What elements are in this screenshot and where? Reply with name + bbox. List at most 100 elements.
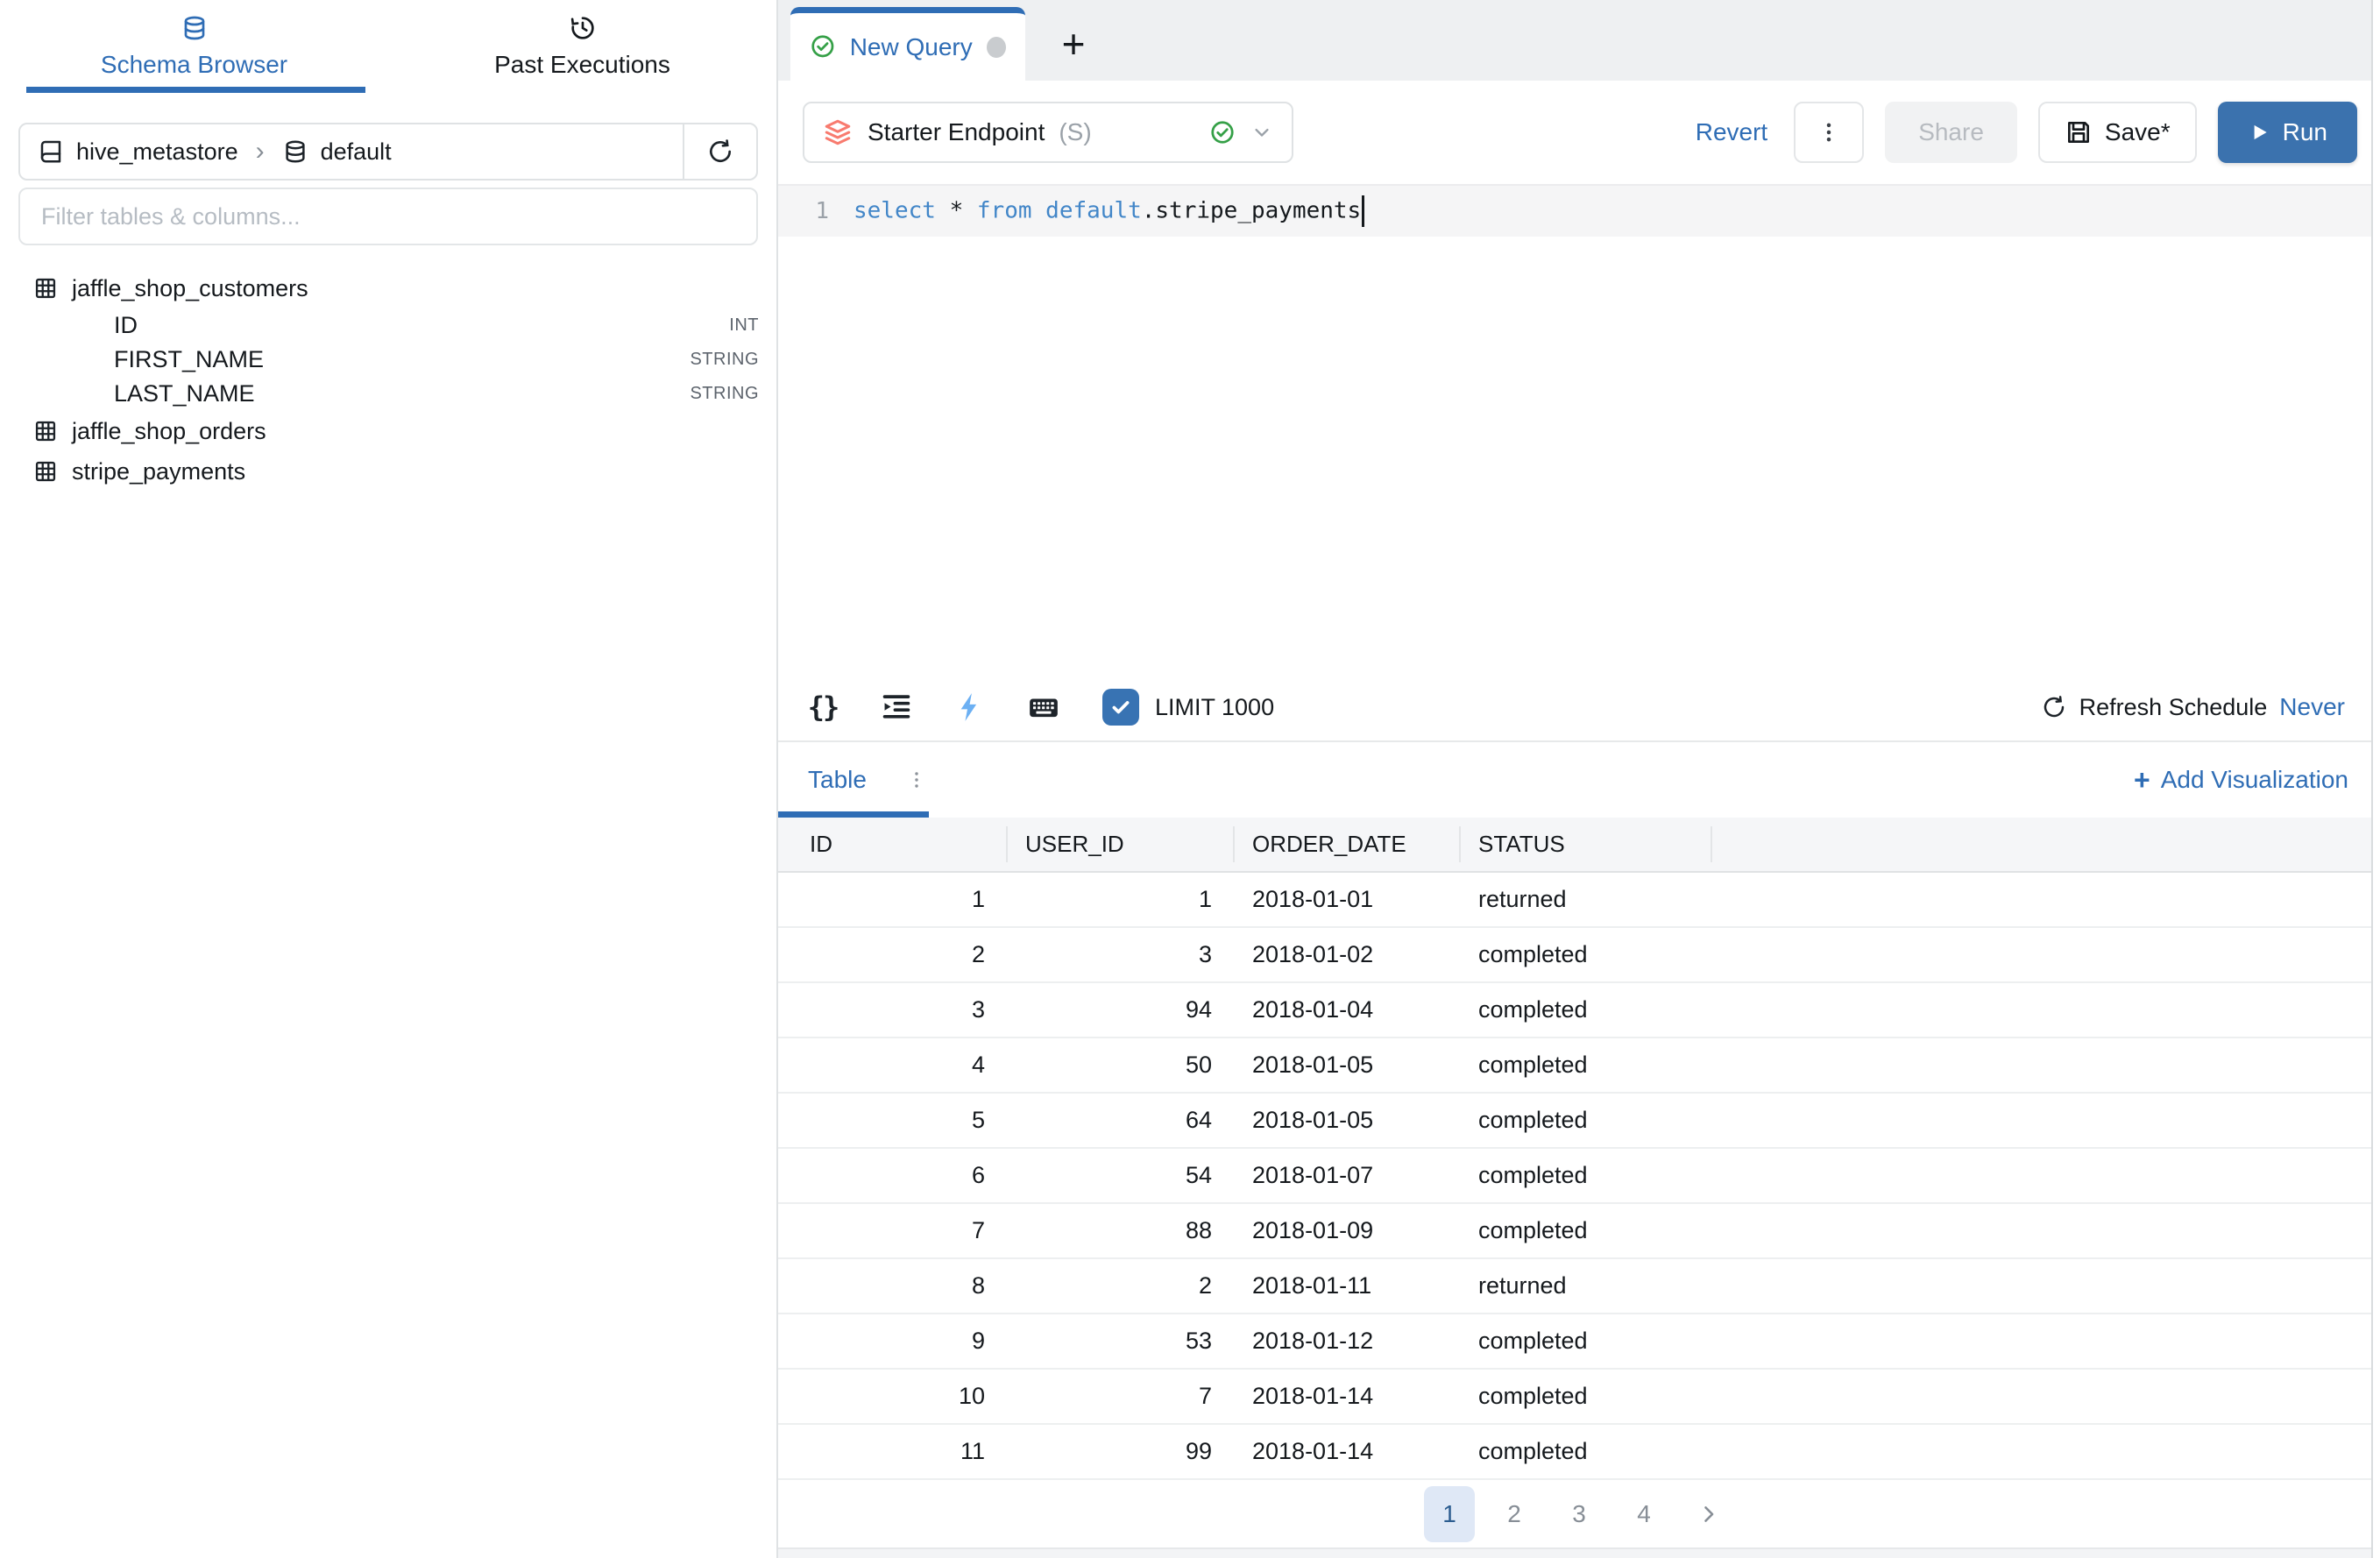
code-line: 1 select * from default.stripe_payments — [778, 186, 2380, 237]
table-name: jaffle_shop_orders — [72, 418, 266, 445]
table-cell: 2018-01-07 — [1235, 1148, 1461, 1203]
table-cell: 53 — [1008, 1314, 1235, 1369]
page-button-2[interactable]: 2 — [1489, 1486, 1540, 1542]
new-tab-button[interactable]: + — [1025, 7, 1122, 81]
endpoint-name: Starter Endpoint — [868, 118, 1045, 146]
column-header-user_id[interactable]: USER_ID — [1008, 818, 1235, 872]
table-cell: completed — [1461, 1093, 1712, 1148]
line-number: 1 — [778, 198, 854, 224]
schema-tree: jaffle_shop_customers IDINT FIRST_NAME STRI… — [0, 268, 776, 492]
table-cell: 2018-01-01 — [1235, 872, 1461, 927]
table-cell-filler — [1712, 872, 2380, 927]
save-button[interactable]: Save* — [2038, 102, 2197, 163]
chevron-down-icon — [1250, 120, 1274, 145]
tab-schema-browser[interactable]: Schema Browser — [0, 0, 388, 93]
table-cell-filler — [1712, 1369, 2380, 1424]
table-cell: 3 — [1008, 927, 1235, 982]
schema-table-item[interactable]: stripe_payments — [0, 451, 776, 492]
run-button[interactable]: Run — [2218, 102, 2357, 163]
scrollbar-gutter[interactable] — [2371, 0, 2380, 1558]
table-cell: 1 — [1008, 872, 1235, 927]
add-visualization-button[interactable]: + Add Visualization — [2134, 766, 2348, 794]
column-header-status[interactable]: STATUS — [1461, 818, 1712, 872]
revert-button[interactable]: Revert — [1696, 118, 1767, 146]
schema-column-item[interactable]: FIRST_NAME STRING — [0, 343, 776, 377]
table-cell: completed — [1461, 1314, 1712, 1369]
endpoint-stack-icon — [822, 117, 854, 148]
table-cell-filler — [1712, 1314, 2380, 1369]
endpoint-selector[interactable]: Starter Endpoint (S) — [803, 102, 1293, 163]
next-page-button[interactable] — [1683, 1486, 1734, 1542]
results-body: 112018-01-01returned232018-01-02complete… — [778, 872, 2380, 1479]
table-cell: 2018-01-14 — [1235, 1369, 1461, 1424]
table-cell: 2018-01-02 — [1235, 927, 1461, 982]
code-line-content: select * from default.stripe_payments — [854, 195, 1364, 227]
sidebar-tabs: Schema Browser Past Executions — [0, 0, 776, 93]
table-cell: completed — [1461, 1148, 1712, 1203]
query-toolbar: Starter Endpoint (S) Revert — [778, 81, 2380, 186]
table-cell: 7 — [778, 1203, 1008, 1258]
sql-editor[interactable]: 1 select * from default.stripe_payments — [778, 186, 2380, 674]
table-cell: completed — [1461, 1369, 1712, 1424]
column-header-id[interactable]: ID — [778, 818, 1008, 872]
keyboard-shortcuts-icon[interactable] — [1027, 690, 1060, 724]
table-name: jaffle_shop_customers — [72, 275, 308, 302]
breadcrumb-schema[interactable]: default — [321, 138, 392, 166]
table-cell-filler — [1712, 1203, 2380, 1258]
table-cell: 2018-01-05 — [1235, 1093, 1461, 1148]
text-cursor — [1362, 195, 1364, 227]
share-button[interactable]: Share — [1885, 102, 2017, 163]
table-cell-filler — [1712, 982, 2380, 1037]
lightning-icon[interactable] — [953, 690, 987, 724]
filter-tables-input[interactable] — [18, 188, 758, 245]
table-cell: completed — [1461, 982, 1712, 1037]
plus-icon: + — [2134, 766, 2150, 794]
format-braces-icon[interactable]: {} — [806, 690, 839, 724]
table-cell-filler — [1712, 1424, 2380, 1479]
table-cell: 2018-01-11 — [1235, 1258, 1461, 1314]
schema-database-icon — [282, 138, 308, 165]
check-circle-icon — [810, 33, 836, 61]
column-name: LAST_NAME — [114, 380, 255, 407]
table-cell: completed — [1461, 1203, 1712, 1258]
tab-table[interactable]: Table — [808, 766, 867, 794]
table-cell: 2 — [1008, 1258, 1235, 1314]
table-cell: 6 — [778, 1148, 1008, 1203]
schema-table-item[interactable]: jaffle_shop_orders — [0, 411, 776, 451]
refresh-schema-button[interactable] — [683, 124, 756, 179]
schema-column-item[interactable]: IDINT — [0, 308, 776, 343]
column-type: STRING — [690, 350, 759, 370]
limit-checkbox[interactable] — [1102, 689, 1139, 726]
column-header-order_date[interactable]: ORDER_DATE — [1235, 818, 1461, 872]
more-options-button[interactable] — [1794, 102, 1864, 163]
table-options-kebab[interactable] — [905, 768, 928, 791]
schema-table-item[interactable]: jaffle_shop_customers — [0, 268, 776, 308]
tab-past-executions[interactable]: Past Executions — [388, 0, 776, 93]
query-tab-new-query[interactable]: New Query — [790, 7, 1025, 81]
table-cell: 99 — [1008, 1424, 1235, 1479]
table-cell-filler — [1712, 1148, 2380, 1203]
indent-icon[interactable] — [880, 690, 913, 724]
kebab-icon — [1816, 119, 1842, 145]
column-name: ID — [114, 312, 138, 339]
table-grid-icon — [33, 419, 58, 443]
table-cell: 54 — [1008, 1148, 1235, 1203]
table-cell: 2 — [778, 927, 1008, 982]
page-button-3[interactable]: 3 — [1554, 1486, 1604, 1542]
column-name: FIRST_NAME — [114, 346, 264, 373]
refresh-schedule-value[interactable]: Never — [2279, 693, 2345, 721]
database-icon — [181, 14, 209, 42]
page-button-4[interactable]: 4 — [1619, 1486, 1669, 1542]
table-cell: 2018-01-05 — [1235, 1037, 1461, 1093]
table-cell: 3 — [778, 982, 1008, 1037]
endpoint-size: (S) — [1059, 118, 1091, 146]
table-cell: 2018-01-12 — [1235, 1314, 1461, 1369]
add-visualization-label: Add Visualization — [2161, 766, 2348, 794]
table-row: 1072018-01-14completed — [778, 1369, 2380, 1424]
table-cell: 64 — [1008, 1093, 1235, 1148]
page-button-1[interactable]: 1 — [1424, 1486, 1475, 1542]
table-cell: 9 — [778, 1314, 1008, 1369]
schema-column-item[interactable]: LAST_NAMESTRING — [0, 377, 776, 411]
limit-label: LIMIT 1000 — [1155, 694, 1274, 721]
breadcrumb-catalog[interactable]: hive_metastore — [76, 138, 238, 166]
